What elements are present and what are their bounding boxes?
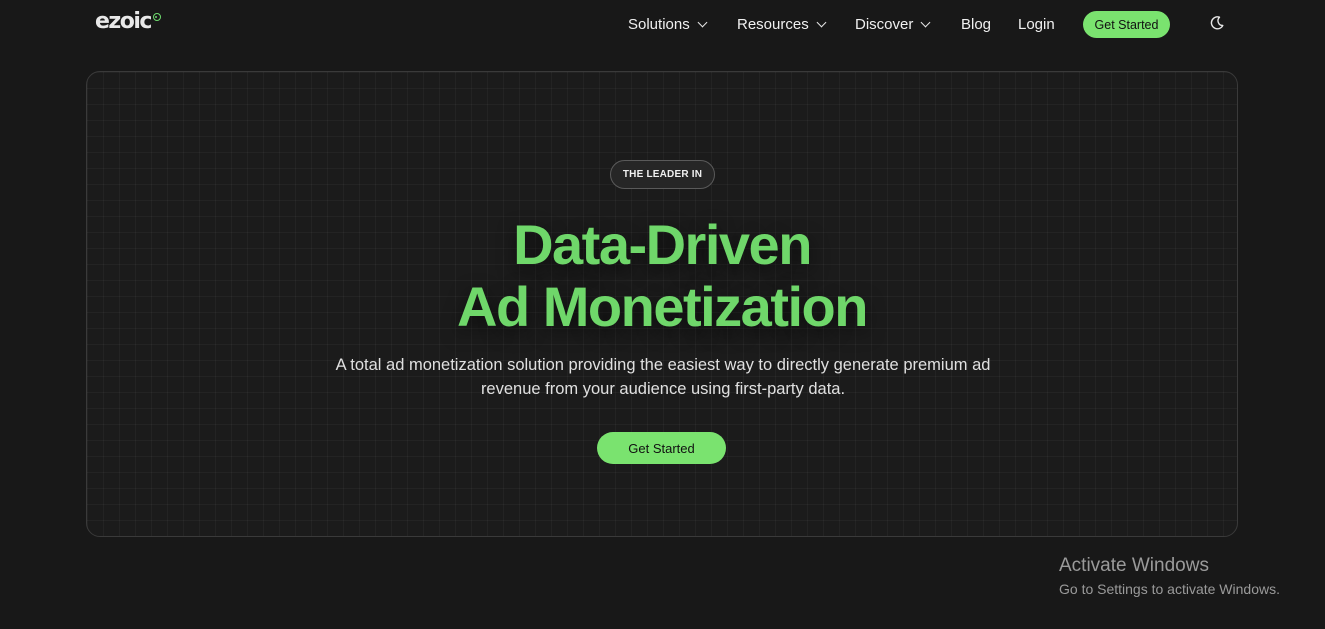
nav-label: Resources: [737, 15, 809, 33]
nav-label: Login: [1018, 15, 1055, 33]
nav-item-blog[interactable]: Blog: [961, 14, 991, 34]
hero-card: THE LEADER IN Data-Driven Ad Monetizatio…: [86, 71, 1238, 537]
hero-headline-line2: Ad Monetization: [457, 275, 868, 338]
chevron-down-icon: [697, 17, 708, 27]
nav-item-resources[interactable]: Resources: [737, 14, 827, 34]
hero-subtext: A total ad monetization solution providi…: [335, 356, 991, 398]
main-nav: Solutions Resources Discover Blog Login …: [0, 0, 1325, 48]
hero-headline-line1: Data-Driven: [513, 213, 812, 276]
hero-badge: THE LEADER IN: [610, 160, 715, 189]
page: ezoic Solutions Resources Discover Blog …: [0, 0, 1325, 629]
moon-icon[interactable]: [1209, 15, 1225, 31]
watermark-subtitle: Go to Settings to activate Windows.: [1059, 581, 1280, 597]
watermark-title: Activate Windows: [1059, 555, 1209, 576]
site-header: ezoic Solutions Resources Discover Blog …: [0, 0, 1325, 48]
chevron-down-icon: [816, 17, 827, 27]
nav-item-discover[interactable]: Discover: [855, 14, 931, 34]
nav-item-login[interactable]: Login: [1018, 14, 1055, 34]
nav-label: Solutions: [628, 15, 690, 33]
header-get-started-button[interactable]: Get Started: [1083, 11, 1170, 38]
windows-activation-watermark: Activate Windows Go to Settings to activ…: [1059, 555, 1280, 599]
nav-label: Blog: [961, 15, 992, 33]
nav-item-solutions[interactable]: Solutions: [628, 14, 708, 34]
chevron-down-icon: [920, 17, 931, 27]
nav-label: Discover: [855, 15, 914, 33]
hero-get-started-button[interactable]: Get Started: [597, 432, 726, 464]
